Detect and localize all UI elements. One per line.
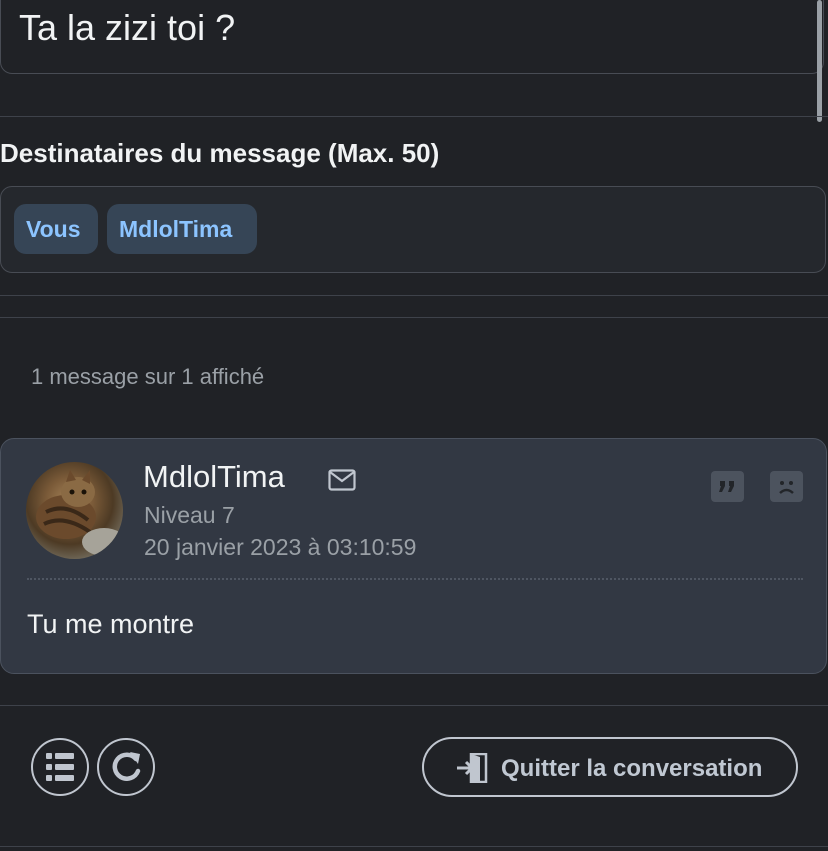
refresh-icon bbox=[112, 752, 141, 781]
recipients-box: Vous MdlolTima bbox=[0, 186, 826, 273]
messages-count: 1 message sur 1 affiché bbox=[31, 364, 265, 389]
quit-conversation-button[interactable]: Quitter la conversation bbox=[422, 737, 798, 797]
quote-button[interactable] bbox=[711, 471, 744, 502]
avatar-cat-photo bbox=[36, 470, 123, 556]
list-icon bbox=[46, 753, 74, 781]
list-button[interactable] bbox=[31, 738, 89, 796]
divider bbox=[0, 705, 828, 706]
report-button[interactable] bbox=[770, 471, 803, 502]
sad-face-icon bbox=[779, 481, 794, 494]
recipient-chip-vous[interactable]: Vous bbox=[14, 204, 98, 254]
divider bbox=[0, 116, 828, 117]
avatar[interactable] bbox=[26, 462, 123, 559]
conversation-title: Ta la zizi toi ? bbox=[19, 7, 236, 48]
refresh-button[interactable] bbox=[97, 738, 155, 796]
message-card: MdlolTima Niveau 7 20 janvier 2023 à 03:… bbox=[0, 438, 827, 674]
message-author[interactable]: MdlolTima bbox=[143, 459, 285, 495]
divider bbox=[0, 317, 828, 318]
scrollbar[interactable] bbox=[817, 0, 822, 122]
conversation-title-field: Ta la zizi toi ? bbox=[0, 0, 824, 74]
message-body: Tu me montre bbox=[27, 609, 195, 639]
divider bbox=[0, 295, 828, 296]
recipients-label: Destinataires du message (Max. 50) bbox=[0, 138, 440, 168]
recipient-chip-mdloltima[interactable]: MdlolTima bbox=[107, 204, 257, 254]
author-level: Niveau 7 bbox=[144, 502, 235, 528]
quote-icon bbox=[719, 481, 734, 492]
message-date: 20 janvier 2023 à 03:10:59 bbox=[144, 534, 417, 560]
divider bbox=[0, 846, 828, 847]
quit-conversation-label: Quitter la conversation bbox=[501, 755, 763, 782]
mail-icon[interactable] bbox=[328, 469, 356, 496]
exit-icon bbox=[456, 752, 488, 788]
message-separator bbox=[27, 578, 803, 580]
